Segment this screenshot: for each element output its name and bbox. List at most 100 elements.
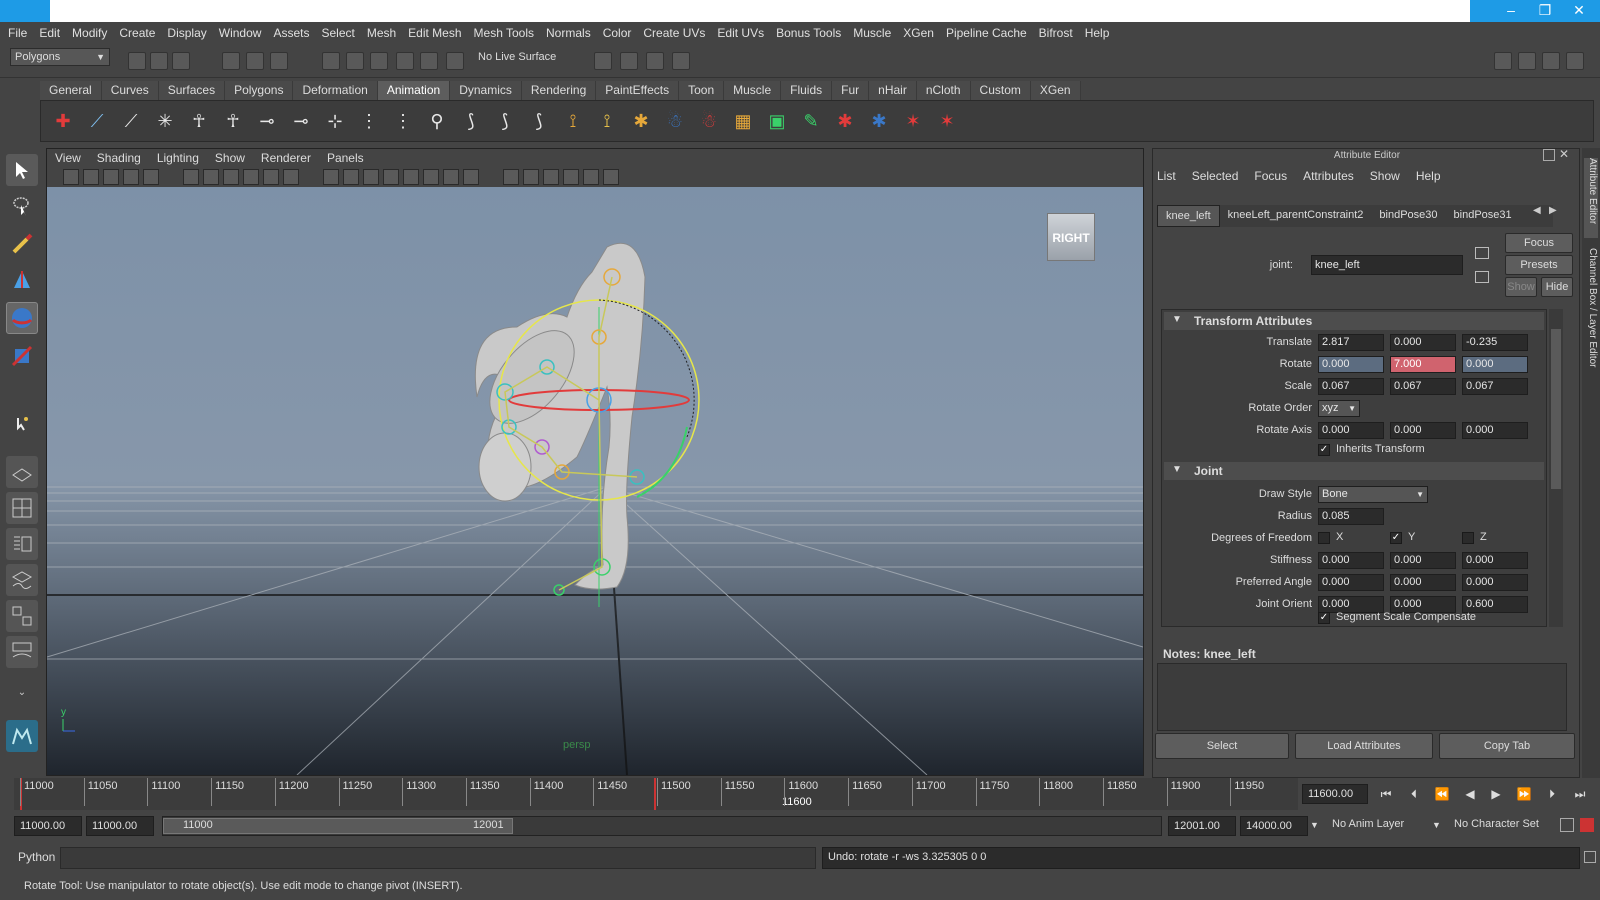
isolate-select-icon[interactable] xyxy=(543,169,559,185)
copy-node-icon[interactable] xyxy=(1475,247,1489,259)
shelf-tab-deformation[interactable]: Deformation xyxy=(293,81,378,100)
toggle-tool-settings-icon[interactable] xyxy=(1542,52,1560,70)
character-set-dropdown[interactable]: No Character Set xyxy=(1454,818,1539,830)
ae-menu-help[interactable]: Help xyxy=(1416,169,1441,183)
stiffness-x-field[interactable]: 0.000 xyxy=(1318,552,1384,569)
viewport-menu-show[interactable]: Show xyxy=(215,151,245,165)
image-plane-icon[interactable] xyxy=(123,169,139,185)
step-back-key-icon[interactable]: ⏴ xyxy=(1404,784,1424,804)
rotate-x-field[interactable]: 0.000 xyxy=(1318,356,1384,373)
animation-start-field[interactable]: 11000.00 xyxy=(14,816,82,836)
chevron-down-icon[interactable]: ▼ xyxy=(1432,820,1441,830)
ae-menu-show[interactable]: Show xyxy=(1370,169,1400,183)
toggle-attribute-editor-icon[interactable] xyxy=(1518,52,1536,70)
camera-attributes-icon[interactable] xyxy=(83,169,99,185)
connect-joint-icon[interactable]: ⋮ xyxy=(389,107,417,135)
play-forward-icon[interactable]: ▶ xyxy=(1486,784,1506,804)
side-tab-attribute-editor[interactable]: Attribute Editor xyxy=(1584,158,1598,238)
lasso-tool-icon[interactable] xyxy=(6,190,38,222)
new-scene-icon[interactable] xyxy=(128,52,146,70)
hide-button[interactable]: Hide xyxy=(1541,277,1573,297)
constraint-parent-icon[interactable]: ✶ xyxy=(933,107,961,135)
render-icon[interactable] xyxy=(594,52,612,70)
copy-tab-button[interactable]: Copy Tab xyxy=(1439,733,1575,759)
render-settings-icon[interactable] xyxy=(646,52,664,70)
go-to-start-icon[interactable]: ⏮ xyxy=(1376,784,1396,804)
load-attributes-button[interactable]: Load Attributes xyxy=(1295,733,1433,759)
toggle-panel-icon[interactable] xyxy=(1494,52,1512,70)
menu-xgen[interactable]: XGen xyxy=(903,26,934,40)
snap-grid-icon[interactable] xyxy=(322,52,340,70)
menu-create-uvs[interactable]: Create UVs xyxy=(643,26,705,40)
command-input[interactable] xyxy=(60,847,816,869)
paint-select-tool-icon[interactable] xyxy=(6,228,38,260)
shelf-tab-general[interactable]: General xyxy=(40,81,102,100)
shelf-tab-rendering[interactable]: Rendering xyxy=(521,81,597,100)
menu-bonus-tools[interactable]: Bonus Tools xyxy=(776,26,841,40)
select-component-icon[interactable] xyxy=(270,52,288,70)
current-frame-field[interactable]: 11600.00 xyxy=(1302,784,1368,804)
close-button[interactable]: ✕ xyxy=(1564,0,1594,22)
select-tool-icon[interactable] xyxy=(6,154,38,186)
preferred-angle-z-field[interactable]: 0.000 xyxy=(1462,574,1528,591)
menu-muscle[interactable]: Muscle xyxy=(853,26,891,40)
snap-magnet-icon[interactable] xyxy=(446,52,464,70)
snap-curve-icon[interactable] xyxy=(346,52,364,70)
step-forward-frame-icon[interactable]: ⏩ xyxy=(1514,784,1534,804)
wire-icon[interactable]: ▣ xyxy=(763,107,791,135)
lattice-icon[interactable]: ☃ xyxy=(661,107,689,135)
ae-menu-list[interactable]: List xyxy=(1157,169,1176,183)
shelf-tab-custom[interactable]: Custom xyxy=(970,81,1031,100)
screen-ambient-occlusion-icon[interactable] xyxy=(443,169,459,185)
pose-icon[interactable]: ☥ xyxy=(219,107,247,135)
menu-help[interactable]: Help xyxy=(1085,26,1110,40)
film-gate-icon[interactable] xyxy=(183,169,199,185)
xray-icon[interactable] xyxy=(563,169,579,185)
textured-icon[interactable] xyxy=(383,169,399,185)
rotate-order-dropdown[interactable]: xyz ▼ xyxy=(1318,400,1360,417)
float-panel-icon[interactable] xyxy=(1543,149,1555,161)
viewport-menu-lighting[interactable]: Lighting xyxy=(157,151,199,165)
viewport-menu-shading[interactable]: Shading xyxy=(97,151,141,165)
hypershade-icon[interactable] xyxy=(672,52,690,70)
ik-fk-icon[interactable]: ⟆ xyxy=(457,107,485,135)
play-backward-icon[interactable]: ◀ xyxy=(1460,784,1480,804)
animation-end-field[interactable]: 14000.00 xyxy=(1240,816,1308,836)
menu-pipeline-cache[interactable]: Pipeline Cache xyxy=(946,26,1027,40)
inherits-transform-checkbox[interactable]: ✓ xyxy=(1318,444,1330,456)
select-object-icon[interactable] xyxy=(246,52,264,70)
translate-x-field[interactable]: 2.817 xyxy=(1318,334,1384,351)
viewport-menu-renderer[interactable]: Renderer xyxy=(261,151,311,165)
shelf-tab-xgen[interactable]: XGen xyxy=(1030,81,1081,100)
key-icon[interactable] xyxy=(1560,818,1574,832)
menu-edit-mesh[interactable]: Edit Mesh xyxy=(408,26,461,40)
script-editor-icon[interactable] xyxy=(1584,851,1596,863)
anti-alias-icon[interactable] xyxy=(503,169,519,185)
restore-button[interactable]: ❐ xyxy=(1530,0,1560,22)
go-to-node-icon[interactable] xyxy=(1475,271,1489,283)
shelf-tab-curves[interactable]: Curves xyxy=(101,81,159,100)
menu-edit[interactable]: Edit xyxy=(39,26,60,40)
nonlinear-icon[interactable]: ▦ xyxy=(729,107,757,135)
viewport-menu-panels[interactable]: Panels xyxy=(327,151,364,165)
remove-joint-icon[interactable]: ⋮ xyxy=(355,107,383,135)
step-back-frame-icon[interactable]: ⏪ xyxy=(1432,784,1452,804)
dof-y-checkbox[interactable]: ✓ xyxy=(1390,532,1402,544)
humanik-icon[interactable]: ✳ xyxy=(151,107,179,135)
graph-layout-icon[interactable] xyxy=(6,564,38,596)
stiffness-z-field[interactable]: 0.000 xyxy=(1462,552,1528,569)
3d-scene[interactable]: RIGHT y persp xyxy=(47,187,1143,775)
rotate-y-field[interactable]: 7.000 xyxy=(1390,356,1456,373)
motion-blur-icon[interactable] xyxy=(463,169,479,185)
skin-bind-icon[interactable]: ⟆ xyxy=(491,107,519,135)
dof-z-checkbox[interactable] xyxy=(1462,532,1474,544)
attributes-scrollbar[interactable] xyxy=(1549,309,1563,627)
shelf-tab-polygons[interactable]: Polygons xyxy=(225,81,294,100)
tab-bindpose31[interactable]: bindPose31 xyxy=(1446,205,1520,227)
ae-menu-focus[interactable]: Focus xyxy=(1254,169,1287,183)
character-rig-icon[interactable]: ☥ xyxy=(185,107,213,135)
shelf-tab-dynamics[interactable]: Dynamics xyxy=(450,81,522,100)
grid-toggle-icon[interactable] xyxy=(143,169,159,185)
time-slider[interactable]: 11600 11600.00 ⏮ ⏴ ⏪ ◀ ▶ ⏩ ⏵ ⏭ 11000 1105… xyxy=(0,778,1600,810)
field-chart-icon[interactable] xyxy=(243,169,259,185)
